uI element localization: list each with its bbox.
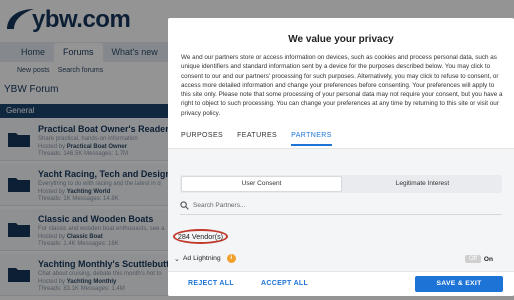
legitimate-interest-option[interactable]: Legitimate Interest [343, 175, 502, 193]
switch-off-label[interactable]: Off [465, 255, 481, 263]
user-consent-option[interactable]: User Consent [181, 176, 342, 192]
dialog-title: We value your privacy [288, 34, 394, 45]
dialog-tabs: PURPOSES FEATURES PARTNERS [181, 132, 346, 146]
vendor-count-badge: 284 Vendor(s) [173, 229, 228, 244]
tab-purposes[interactable]: PURPOSES [181, 132, 223, 146]
privacy-dialog: We value your privacy We and our partner… [168, 18, 514, 296]
reject-all-button[interactable]: REJECT ALL [188, 280, 234, 287]
vendor-info-icon: i [226, 254, 236, 263]
search-icon [180, 200, 189, 210]
accept-all-button[interactable]: ACCEPT ALL [261, 280, 308, 287]
dialog-body-text: We and our partners store or access info… [181, 54, 503, 117]
tab-features[interactable]: FEATURES [237, 132, 277, 146]
chevron-down-icon[interactable]: ⌄ [174, 255, 180, 263]
search-partners-input[interactable] [193, 201, 393, 209]
consent-type-toggle: User Consent Legitimate Interest [180, 175, 502, 193]
search-underline [180, 214, 502, 215]
partner-search [180, 197, 502, 213]
vendor-name[interactable]: Ad Lightning [183, 255, 221, 262]
dialog-footer: REJECT ALL ACCEPT ALL SAVE & EXIT [168, 271, 514, 296]
vendor-consent-switch[interactable]: Off On [465, 255, 493, 263]
save-exit-button[interactable]: SAVE & EXIT [415, 276, 503, 292]
tab-partners[interactable]: PARTNERS [291, 132, 332, 146]
switch-on-label[interactable]: On [484, 256, 493, 263]
vendor-row[interactable]: ⌄ Ad Lightning i [174, 254, 236, 263]
